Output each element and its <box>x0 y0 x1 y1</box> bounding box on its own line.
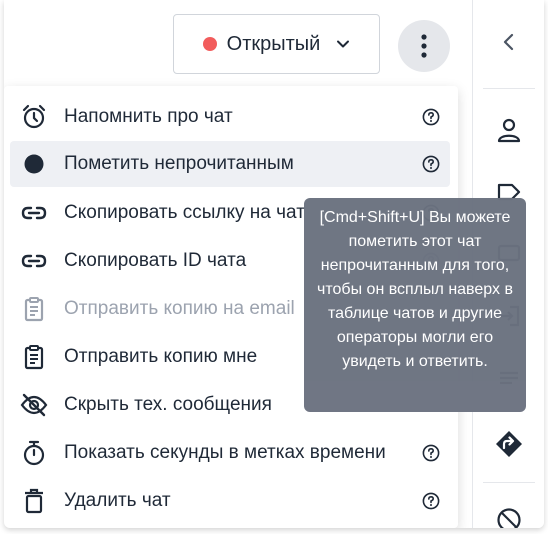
menu-item-label: Скрыть тех. сообщения <box>64 394 272 415</box>
help-icon[interactable] <box>422 492 440 510</box>
chevron-left-icon <box>503 33 514 51</box>
more-options-button[interactable] <box>398 20 450 72</box>
menu-item-label: Пометить непрочитанным <box>64 153 294 174</box>
forward-chat-button[interactable] <box>473 418 544 470</box>
tooltip-text: [Cmd+Shift+U] Вы можете пометить этот ча… <box>317 209 513 370</box>
collapse-sidebar-button[interactable] <box>473 16 544 68</box>
help-icon[interactable] <box>422 444 440 462</box>
menu-item-remind[interactable]: Напомнить про чат <box>10 94 450 140</box>
trash-icon <box>20 487 48 515</box>
block-visitor-button[interactable] <box>473 494 544 528</box>
menu-item-show-seconds[interactable]: Показать секунды в метках времени <box>10 430 450 476</box>
eye-off-icon <box>20 391 48 419</box>
menu-item-delete-chat[interactable]: Удалить чат <box>10 478 450 524</box>
help-icon[interactable] <box>422 155 440 173</box>
menu-item-label: Напомнить про чат <box>64 106 233 127</box>
block-icon <box>497 508 521 528</box>
chevron-down-icon <box>336 37 350 51</box>
stopwatch-icon <box>20 439 48 467</box>
filled-circle-icon <box>20 150 48 178</box>
clipboard-icon <box>20 343 48 371</box>
forward-icon <box>496 431 522 457</box>
link-icon <box>20 247 48 275</box>
chat-header: Открытый <box>4 0 472 88</box>
status-label: Открытый <box>226 32 321 55</box>
person-icon <box>497 118 521 143</box>
link-icon <box>20 199 48 227</box>
kebab-icon <box>421 34 427 58</box>
visitor-info-button[interactable] <box>473 104 544 156</box>
menu-item-label: Показать секунды в метках времени <box>64 442 386 463</box>
menu-item-label: Отправить копию мне <box>64 346 258 367</box>
clipboard-icon <box>20 295 48 323</box>
menu-item-label: Скопировать ID чата <box>64 250 247 271</box>
status-dot <box>202 37 217 51</box>
sidebar-divider <box>483 482 535 483</box>
menu-item-label: Удалить чат <box>64 490 171 511</box>
help-icon[interactable] <box>422 108 440 126</box>
status-dropdown[interactable]: Открытый <box>173 14 380 74</box>
menu-item-label: Отправить копию на email <box>64 298 295 319</box>
alarm-clock-icon <box>20 103 48 131</box>
menu-item-mark-unread[interactable]: Пометить непрочитанным <box>10 141 450 187</box>
mark-unread-tooltip: [Cmd+Shift+U] Вы можете пометить этот ча… <box>304 198 526 412</box>
menu-item-label: Скопировать ссылку на чат <box>64 202 305 223</box>
sidebar-divider <box>483 88 535 89</box>
chat-panel: Открытый Напомнить про чат Пометить непр… <box>4 0 544 528</box>
